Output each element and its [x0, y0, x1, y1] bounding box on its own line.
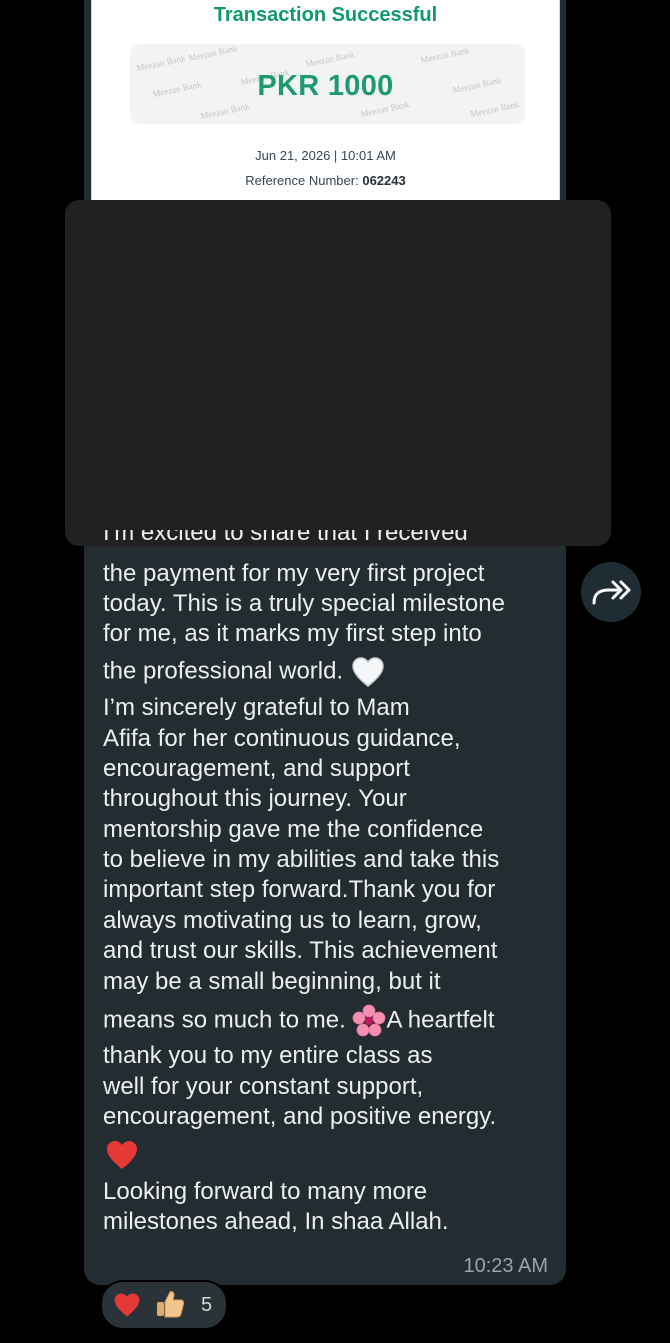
watermark-text: Meezan Bank	[304, 48, 356, 70]
reference-value: 062243	[362, 173, 406, 188]
thumbs-up-icon	[157, 1291, 185, 1318]
message-line: milestones ahead, In shaa Allah.	[103, 1208, 449, 1235]
watermark-text: Meezan Bank	[187, 42, 239, 64]
message-line: Afifa for her continuous guidance,	[103, 725, 461, 752]
transaction-status: Transaction Successful	[213, 4, 438, 26]
watermark-text: Meezan Bank	[419, 44, 471, 66]
watermark-text: Meezan Bank	[199, 100, 251, 122]
message-line: encouragement, and support	[103, 755, 410, 782]
white-heart-icon	[352, 657, 384, 687]
message-line: today. This is a truly special milestone	[103, 590, 505, 617]
transaction-datetime: Jun 21, 2026 | 10:01 AM	[255, 148, 396, 163]
message-line: throughout this journey. Your	[103, 785, 407, 812]
reference-number: Reference Number: 062243	[92, 173, 559, 188]
reactions-pill[interactable]: 5	[100, 1280, 228, 1330]
message-line: important step forward.Thank you for	[103, 876, 496, 903]
cherry-blossom-icon	[353, 1004, 386, 1037]
message-line: to believe in my abilities and take this	[103, 846, 500, 873]
message-line: the payment for my very first project	[103, 560, 485, 587]
transaction-amount: PKR 1000	[257, 70, 394, 102]
receipt-image[interactable]: Transaction Successful Meezan Bank Meeza…	[91, 0, 560, 205]
red-heart-icon	[107, 1141, 137, 1169]
redacted-area	[65, 200, 611, 546]
red-heart-icon	[114, 1293, 140, 1317]
message-line: and trust our skills. This achievement	[103, 937, 498, 964]
message-line: may be a small beginning, but it	[103, 968, 441, 995]
message-line: Looking forward to many more	[103, 1178, 428, 1205]
forward-icon	[592, 580, 631, 605]
forward-button[interactable]	[581, 562, 641, 622]
reaction-count: 5	[201, 1294, 213, 1316]
message-line: I’m sincerely grateful to Mam	[103, 694, 410, 721]
message-line: always motivating us to learn, grow,	[103, 907, 482, 934]
message-line: the professional world.	[103, 655, 386, 689]
message-line: means so much to me. A heartfelt	[103, 1004, 495, 1038]
message-line: thank you to my entire class as	[103, 1042, 433, 1069]
message-line: for me, as it marks my first step into	[103, 620, 482, 647]
message-line: well for your constant support,	[103, 1073, 424, 1100]
message-line: encouragement, and positive energy.	[103, 1103, 497, 1130]
message-line	[103, 1138, 141, 1172]
message-line: mentorship gave me the confidence	[103, 816, 484, 843]
message-cut-line: I'm excited to share that I received	[103, 530, 468, 546]
message-timestamp: 10:23 AM	[463, 1255, 548, 1277]
reference-label: Reference Number:	[245, 173, 359, 188]
